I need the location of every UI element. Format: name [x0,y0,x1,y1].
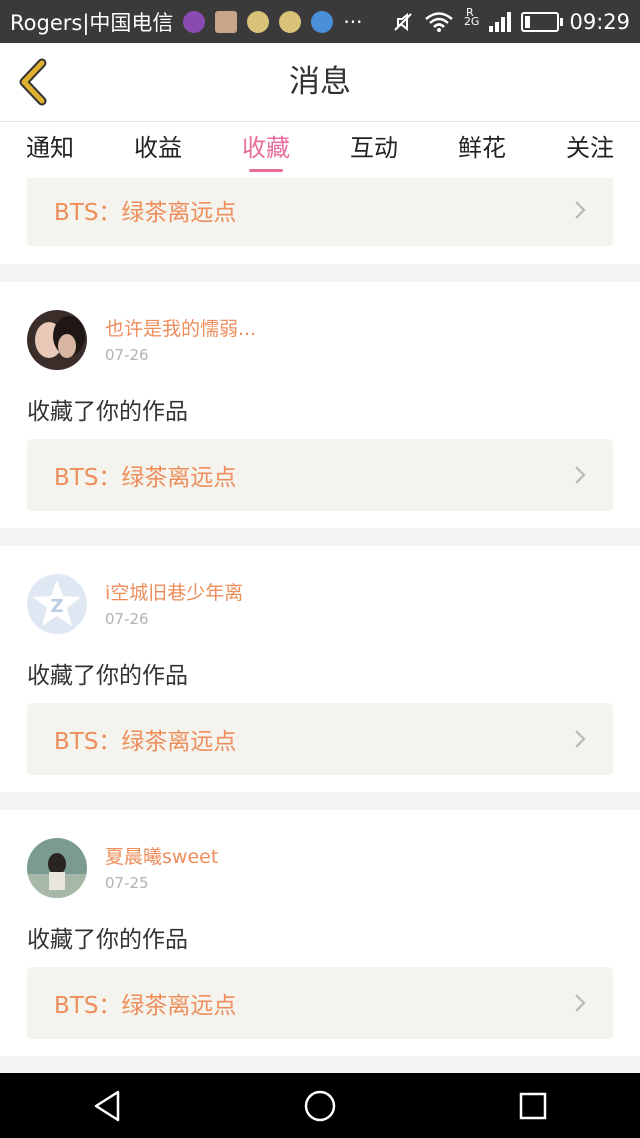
clock: 09:29 [569,9,630,34]
tab-earnings[interactable]: 收益 [134,122,182,178]
face-notification-icon [247,10,270,33]
tab-bar: 通知 收益 收藏 互动 鲜花 关注 [0,122,640,178]
chevron-right-icon [575,201,586,219]
signal-icon [489,11,512,32]
work-title: BTS：绿茶离远点 [54,993,237,1019]
work-link[interactable]: BTS：绿茶离远点 [27,178,613,246]
list-item: Z i空城旧巷少年离 07-26 收藏了你的作品 BTS：绿茶离远点 [0,546,640,792]
chevron-right-icon [575,730,586,748]
chevron-right-icon [575,994,586,1012]
mute-icon [394,12,412,31]
svg-text:Z: Z [50,596,63,617]
action-text: 收藏了你的作品 [27,927,188,953]
carrier-label: Rogers|中国电信 [10,10,174,35]
action-text: 收藏了你的作品 [27,663,188,689]
back-nav-button[interactable] [77,1081,137,1131]
app-notification-icon [183,10,206,33]
square-recents-icon [520,1092,547,1119]
username[interactable]: 也许是我的懦弱... [105,314,256,341]
triangle-back-icon [94,1090,119,1121]
timestamp: 07-26 [105,346,149,364]
wifi-icon [425,11,453,32]
action-text: 收藏了你的作品 [27,399,188,425]
tab-notifications[interactable]: 通知 [26,122,74,178]
chevron-right-icon [575,466,586,484]
list-item-partial: BTS：绿茶离远点 [0,178,640,264]
work-title: BTS：绿茶离远点 [54,200,237,226]
page-title: 消息 [289,64,351,100]
tab-flowers[interactable]: 鲜花 [458,122,506,178]
battery-icon [521,11,564,32]
avatar[interactable] [27,838,87,898]
circle-home-icon [304,1090,336,1121]
home-nav-button[interactable] [290,1081,350,1131]
timestamp: 07-25 [105,874,149,892]
list-item: 也许是我的懦弱... 07-26 收藏了你的作品 BTS：绿茶离远点 [0,282,640,528]
face-notification-icon-2 [279,10,302,33]
browser-notification-icon [311,10,334,33]
message-list[interactable]: BTS：绿茶离远点 也许是我的懦弱... 07-26 收藏了你的作品 BTS：绿… [0,178,640,1073]
status-bar: Rogers|中国电信 ··· R 2G 09:29 [0,0,640,43]
notification-icons: ··· [183,10,362,34]
avatar-notification-icon [215,10,238,33]
tab-interactions[interactable]: 互动 [350,122,398,178]
system-nav-bar [0,1073,640,1138]
timestamp: 07-26 [105,610,149,628]
network-type-label: R 2G [463,6,480,28]
list-item: 夏晨曦sweet 07-25 收藏了你的作品 BTS：绿茶离远点 [0,810,640,1056]
avatar[interactable]: Z [27,574,87,634]
tab-following[interactable]: 关注 [566,122,614,178]
recents-nav-button[interactable] [503,1081,563,1131]
work-link[interactable]: BTS：绿茶离远点 [27,703,613,775]
app-header: 消息 [0,43,640,122]
work-title: BTS：绿茶离远点 [54,465,237,491]
username[interactable]: i空城旧巷少年离 [105,578,243,605]
more-notifications-icon: ··· [343,9,363,34]
avatar[interactable] [27,310,87,370]
work-title: BTS：绿茶离远点 [54,729,237,755]
tab-favorites[interactable]: 收藏 [242,122,290,178]
work-link[interactable]: BTS：绿茶离远点 [27,967,613,1039]
username[interactable]: 夏晨曦sweet [105,842,218,869]
work-link[interactable]: BTS：绿茶离远点 [27,439,613,511]
